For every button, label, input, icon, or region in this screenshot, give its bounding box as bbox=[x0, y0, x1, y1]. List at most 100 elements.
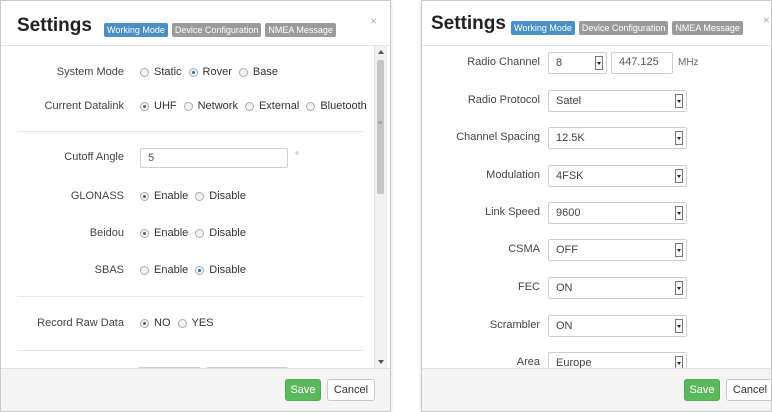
tab-working-mode[interactable]: Working Mode bbox=[104, 23, 168, 37]
record-raw-data-row: Record Raw Data NO YES bbox=[1, 314, 372, 334]
system-mode-row: System Mode Static Rover Base bbox=[1, 63, 372, 83]
radio-disable[interactable] bbox=[195, 228, 205, 238]
tab-nmea-message[interactable]: NMEA Message bbox=[265, 23, 336, 37]
radio-label: Rover bbox=[202, 66, 232, 78]
radio-external[interactable] bbox=[244, 101, 254, 111]
settings-dialog-working-mode: Settings Working Mode Device Configurati… bbox=[0, 0, 391, 412]
select-value: 9600 bbox=[556, 207, 581, 219]
record-raw-no-option[interactable]: NO bbox=[140, 317, 171, 329]
beidou-row: Beidou Enable Disable bbox=[1, 224, 372, 244]
radio-disable[interactable] bbox=[195, 191, 205, 201]
modulation-row: Modulation 4FSK bbox=[422, 165, 771, 187]
fec-row: FEC ON bbox=[422, 277, 771, 299]
radio-label: Base bbox=[252, 66, 278, 78]
save-button[interactable]: Save bbox=[684, 379, 720, 401]
system-mode-radio-group: Static Rover Base bbox=[140, 66, 285, 78]
radio-uhf[interactable] bbox=[140, 101, 149, 111]
fec-label: FEC bbox=[518, 281, 540, 293]
csma-row: CSMA OFF bbox=[422, 239, 771, 261]
tab-bar: Working Mode Device Configuration NMEA M… bbox=[511, 21, 743, 35]
tab-bar: Working Mode Device Configuration NMEA M… bbox=[104, 23, 336, 37]
radio-network[interactable] bbox=[183, 101, 193, 111]
select-value: 8 bbox=[556, 57, 563, 69]
scroll-up-icon[interactable] bbox=[378, 50, 384, 54]
sbas-disable-option[interactable]: Disable bbox=[195, 264, 246, 276]
record-raw-yes-option[interactable]: YES bbox=[177, 317, 214, 329]
dialog-footer: Save Cancel bbox=[1, 368, 390, 411]
select-value: Europe bbox=[556, 357, 592, 368]
link-speed-select[interactable]: 9600 bbox=[548, 202, 687, 224]
area-select[interactable]: Europe bbox=[548, 352, 687, 368]
cancel-button[interactable]: Cancel bbox=[327, 379, 375, 401]
tab-working-mode[interactable]: Working Mode bbox=[511, 21, 575, 35]
radio-rover[interactable] bbox=[188, 67, 198, 77]
dialog-title: Settings bbox=[17, 15, 92, 36]
radio-enable[interactable] bbox=[140, 265, 149, 275]
section-divider bbox=[17, 350, 364, 351]
sbas-label: SBAS bbox=[94, 264, 124, 276]
radio-channel-select[interactable]: 8 bbox=[548, 52, 607, 74]
system-mode-static-option[interactable]: Static bbox=[140, 66, 182, 78]
radio-no[interactable] bbox=[140, 318, 149, 328]
scrollbar-thumb[interactable]: ≡ bbox=[377, 60, 384, 194]
radio-enable[interactable] bbox=[140, 191, 149, 201]
scroll-down-icon[interactable] bbox=[378, 360, 384, 364]
datalink-external-option[interactable]: External bbox=[244, 100, 299, 112]
cancel-button[interactable]: Cancel bbox=[726, 379, 771, 401]
csma-label: CSMA bbox=[508, 243, 540, 255]
save-button[interactable]: Save bbox=[285, 379, 321, 401]
radio-disable[interactable] bbox=[195, 265, 205, 275]
close-icon[interactable]: × bbox=[370, 14, 377, 28]
sbas-radio-group: Enable Disable bbox=[140, 264, 253, 276]
modulation-select[interactable]: 4FSK bbox=[548, 165, 687, 187]
chevron-down-icon bbox=[675, 94, 683, 108]
radio-bluetooth[interactable] bbox=[306, 101, 316, 111]
radio-label: Enable bbox=[154, 264, 189, 276]
radio-enable[interactable] bbox=[140, 228, 149, 238]
dialog-title: Settings bbox=[431, 13, 506, 34]
glonass-enable-option[interactable]: Enable bbox=[140, 190, 188, 202]
chevron-down-icon bbox=[675, 356, 683, 368]
datalink-bluetooth-option[interactable]: Bluetooth bbox=[306, 100, 367, 112]
dialog-footer: Save Cancel bbox=[422, 368, 771, 411]
radio-base[interactable] bbox=[238, 67, 248, 77]
section-divider bbox=[17, 296, 364, 297]
select-value: 4FSK bbox=[556, 170, 584, 182]
cutoff-angle-label: Cutoff Angle bbox=[64, 151, 124, 163]
channel-spacing-select[interactable]: 12.5K bbox=[548, 127, 687, 149]
radio-yes[interactable] bbox=[177, 318, 187, 328]
tab-device-configuration[interactable]: Device Configuration bbox=[578, 21, 669, 35]
radio-label: YES bbox=[191, 317, 214, 329]
tab-nmea-message[interactable]: NMEA Message bbox=[672, 21, 743, 35]
beidou-disable-option[interactable]: Disable bbox=[195, 227, 246, 239]
radio-static[interactable] bbox=[140, 67, 149, 77]
dialog-header: Settings Working Mode Device Configurati… bbox=[1, 1, 390, 46]
tab-device-configuration[interactable]: Device Configuration bbox=[171, 23, 262, 37]
cutoff-angle-input[interactable]: 5 bbox=[140, 148, 288, 168]
csma-select[interactable]: OFF bbox=[548, 239, 687, 261]
scrambler-label: Scrambler bbox=[489, 319, 540, 331]
cutoff-angle-row: Cutoff Angle 5 ° bbox=[1, 148, 372, 168]
select-value: Satel bbox=[556, 95, 582, 107]
beidou-label: Beidou bbox=[89, 227, 124, 239]
close-icon[interactable]: × bbox=[763, 13, 770, 27]
fec-select[interactable]: ON bbox=[548, 277, 687, 299]
radio-channel-row: Radio Channel 8 447.125 MHz bbox=[422, 52, 771, 74]
system-mode-rover-option[interactable]: Rover bbox=[188, 66, 232, 78]
sbas-enable-option[interactable]: Enable bbox=[140, 264, 188, 276]
frequency-input[interactable]: 447.125 bbox=[611, 52, 673, 74]
glonass-disable-option[interactable]: Disable bbox=[195, 190, 246, 202]
vertical-scrollbar[interactable]: ≡ bbox=[374, 46, 387, 368]
dialog-header: Settings Working Mode Device Configurati… bbox=[422, 1, 771, 46]
chevron-down-icon bbox=[675, 169, 683, 183]
datalink-uhf-option[interactable]: UHF bbox=[140, 100, 177, 112]
radio-label: Disable bbox=[209, 264, 246, 276]
radio-protocol-select[interactable]: Satel bbox=[548, 90, 687, 112]
chevron-down-icon bbox=[675, 319, 683, 333]
system-mode-base-option[interactable]: Base bbox=[238, 66, 278, 78]
datalink-network-option[interactable]: Network bbox=[183, 100, 238, 112]
scrambler-select[interactable]: ON bbox=[548, 315, 687, 337]
modulation-label: Modulation bbox=[486, 169, 540, 181]
chevron-down-icon bbox=[675, 281, 683, 295]
beidou-enable-option[interactable]: Enable bbox=[140, 227, 188, 239]
